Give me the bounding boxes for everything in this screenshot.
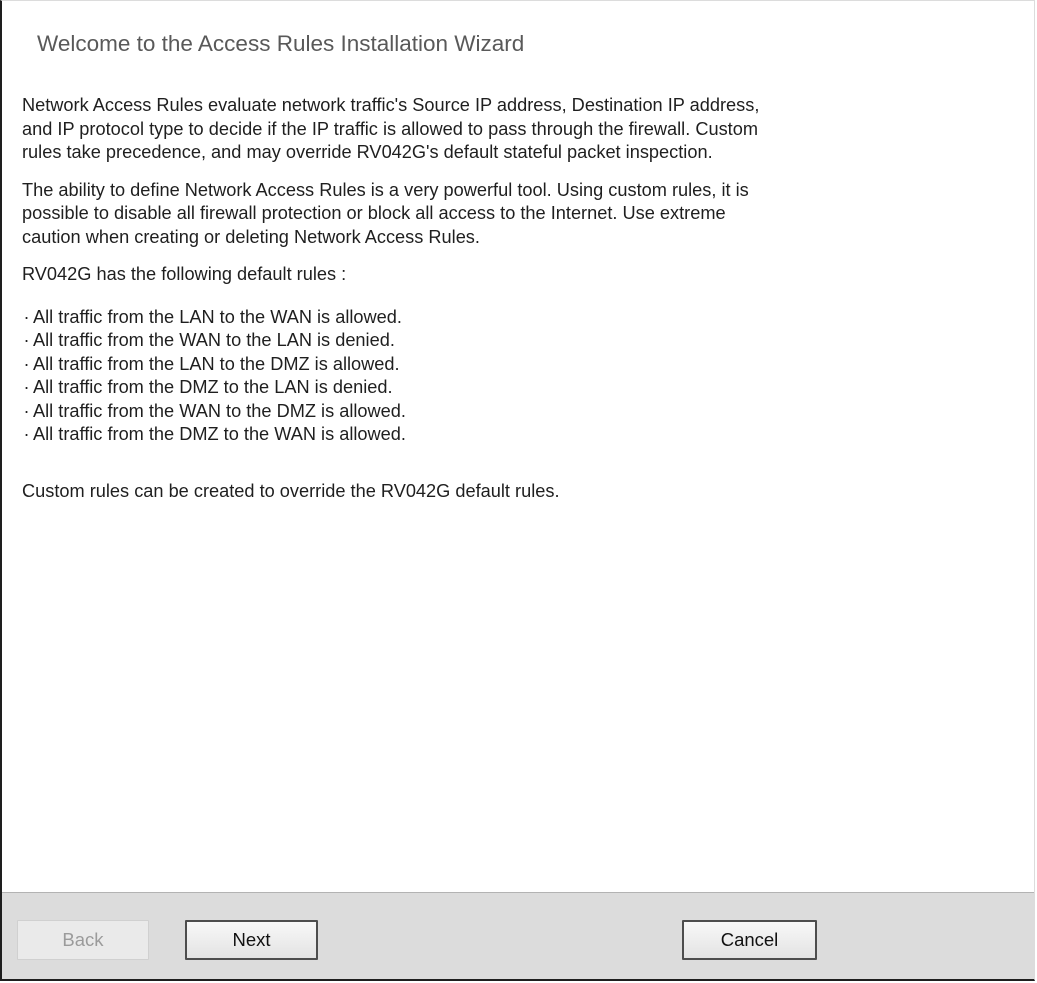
wizard-content: Welcome to the Access Rules Installation… <box>22 1 1027 894</box>
wizard-footer: Back Next Cancel <box>2 892 1034 979</box>
intro-line: rules take precedence, and may override … <box>22 142 713 162</box>
cancel-button[interactable]: Cancel <box>682 920 817 960</box>
back-button[interactable]: Back <box>17 920 149 960</box>
list-item: · All traffic from the WAN to the LAN is … <box>22 329 1027 353</box>
list-item: · All traffic from the LAN to the DMZ is … <box>22 353 1027 377</box>
closing-paragraph: Custom rules can be created to override … <box>22 480 560 501</box>
rule-text: All traffic from the WAN to the LAN is d… <box>33 330 395 350</box>
list-item: · All traffic from the WAN to the DMZ is … <box>22 400 1027 424</box>
bullet-icon: · <box>23 353 30 374</box>
bullet-icon: · <box>23 330 30 350</box>
rule-text: All traffic from the DMZ to the LAN is d… <box>33 377 393 397</box>
warning-line: The ability to define Network Access Rul… <box>22 179 749 200</box>
rule-text: All traffic from the WAN to the DMZ is a… <box>33 400 406 421</box>
rule-text: All traffic from the LAN to the WAN is a… <box>33 306 402 327</box>
warning-paragraph: The ability to define Network Access Rul… <box>22 179 1027 250</box>
bullet-icon: · <box>23 377 30 397</box>
warning-line: caution when creating or deleting Networ… <box>22 226 480 247</box>
defaults-heading: RV042G has the following default rules : <box>22 264 347 284</box>
bullet-icon: · <box>23 306 30 327</box>
warning-line: possible to disable all firewall protect… <box>22 203 726 223</box>
rule-text: All traffic from the DMZ to the WAN is a… <box>33 424 406 444</box>
bullet-icon: · <box>23 424 30 444</box>
intro-line: and IP protocol type to decide if the IP… <box>22 118 758 139</box>
list-item: · All traffic from the DMZ to the WAN is … <box>22 423 1027 447</box>
next-button[interactable]: Next <box>185 920 318 960</box>
list-item: · All traffic from the LAN to the WAN is … <box>22 306 1027 330</box>
list-item: · All traffic from the DMZ to the LAN is … <box>22 376 1027 400</box>
intro-paragraph: Network Access Rules evaluate network tr… <box>22 94 1027 165</box>
wizard-dialog: Welcome to the Access Rules Installation… <box>0 0 1035 981</box>
default-rules-list: · All traffic from the LAN to the WAN is … <box>22 306 1027 447</box>
rule-text: All traffic from the LAN to the DMZ is a… <box>33 353 400 374</box>
bullet-icon: · <box>23 400 30 421</box>
intro-line: Network Access Rules evaluate network tr… <box>22 95 760 115</box>
wizard-title: Welcome to the Access Rules Installation… <box>37 31 525 56</box>
